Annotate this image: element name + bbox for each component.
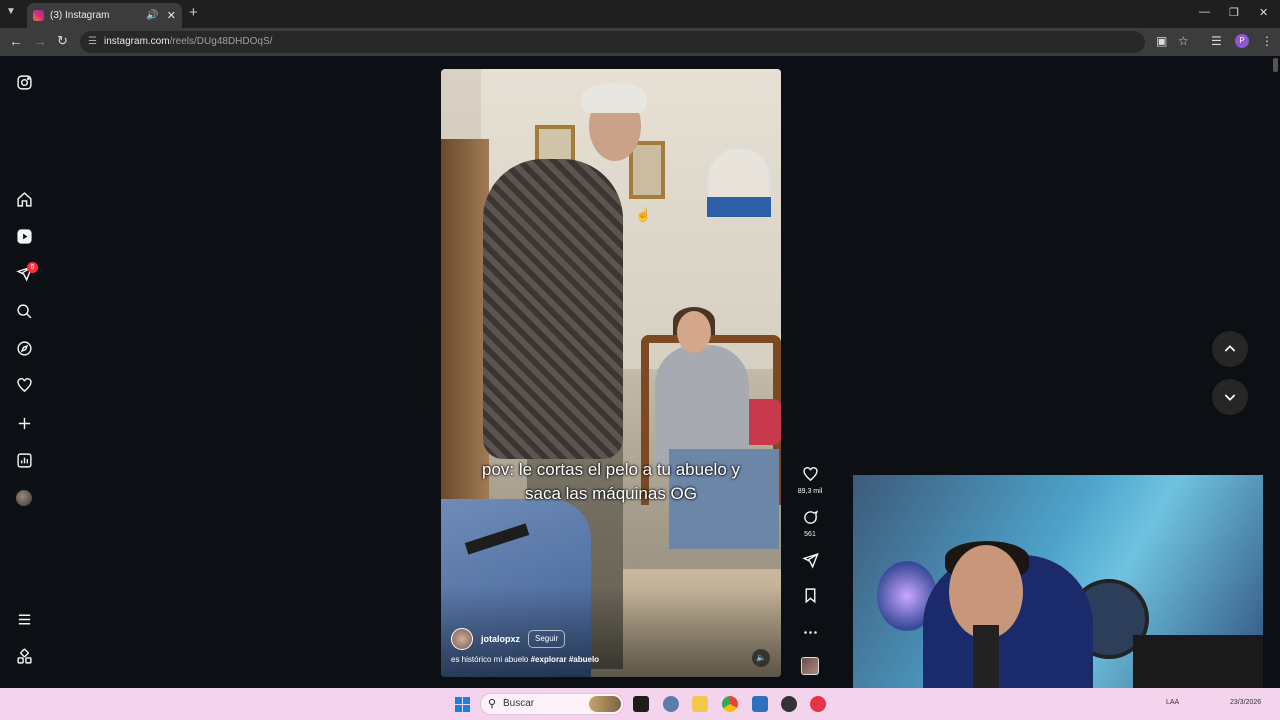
- browser-menu-icon[interactable]: ⋮: [1261, 34, 1273, 48]
- settings-gear-icon[interactable]: [663, 696, 679, 712]
- description-text: es histórico mi abuelo: [451, 655, 531, 664]
- tab-audio-icon[interactable]: 🔊: [146, 10, 158, 21]
- instagram-favicon-icon: [33, 10, 44, 21]
- url-bar[interactable]: ☰ instagram.com/reels/DUg48DHDOqS/: [80, 31, 1145, 53]
- likes-count: 89,3 mil: [797, 488, 823, 495]
- share-icon: [801, 553, 819, 569]
- reel-author: jotalopxz Seguir: [451, 628, 566, 650]
- bookmark-star-icon[interactable]: ☆: [1178, 34, 1189, 48]
- webcam-overlay: [853, 475, 1263, 707]
- profile-avatar-button[interactable]: P: [1235, 34, 1249, 48]
- video-picture-frame: [629, 141, 665, 199]
- home-icon[interactable]: [15, 190, 33, 208]
- create-plus-icon[interactable]: [15, 414, 33, 432]
- url-host: instagram.com: [104, 36, 170, 47]
- video-man: [483, 159, 623, 459]
- page-scrollbar[interactable]: [1270, 56, 1280, 688]
- obs-icon[interactable]: [781, 696, 797, 712]
- next-reel-button[interactable]: [1212, 379, 1248, 415]
- reel-description[interactable]: es histórico mi abuelo #explorar #abuelo: [451, 655, 599, 664]
- tab-search-chevron-icon[interactable]: ▼: [6, 6, 16, 17]
- hand-cursor-icon: ☝: [635, 207, 652, 222]
- reload-button[interactable]: ↻: [57, 33, 68, 49]
- close-window-button[interactable]: ✕: [1259, 6, 1268, 19]
- more-menu-icon[interactable]: [15, 610, 33, 628]
- scrollbar-thumb[interactable]: [1273, 58, 1278, 72]
- notifications-heart-icon[interactable]: [15, 376, 33, 394]
- previous-reel-button[interactable]: [1212, 331, 1248, 367]
- bookmark-icon: [805, 588, 815, 604]
- restore-button[interactable]: ❐: [1229, 6, 1239, 19]
- instagram-logo-icon[interactable]: [15, 73, 33, 91]
- save-button[interactable]: [790, 587, 830, 609]
- file-explorer-icon[interactable]: [692, 696, 708, 712]
- windows-taskbar: ⚲ Buscar LAA 23/3/2026: [0, 688, 1280, 720]
- more-options-button[interactable]: [790, 624, 830, 646]
- reel-video[interactable]: ☝ pov: le cortas el pelo a tu abuelo y s…: [441, 69, 781, 677]
- browser-tab-instagram[interactable]: (3) Instagram 🔊 ✕: [27, 3, 182, 28]
- media-controls-icon[interactable]: ☰: [1211, 34, 1222, 48]
- search-highlight-image: [589, 696, 621, 712]
- comments-count: 561: [804, 531, 816, 538]
- messages-badge: 6: [27, 262, 38, 273]
- chevron-down-icon: [1224, 394, 1236, 401]
- also-from-meta-icon[interactable]: [15, 647, 33, 665]
- search-icon: ⚲: [488, 698, 497, 710]
- follow-button[interactable]: Seguir: [528, 630, 566, 648]
- site-info-icon[interactable]: ☰: [88, 31, 97, 53]
- author-avatar[interactable]: [451, 628, 473, 650]
- forward-button[interactable]: →: [33, 33, 47, 49]
- video-man-hair: [581, 83, 647, 113]
- install-app-icon[interactable]: ▣: [1156, 34, 1167, 48]
- taskbar-search-placeholder: Buscar: [503, 698, 535, 709]
- back-button[interactable]: ←: [9, 33, 23, 49]
- instagram-sidebar: 6: [0, 56, 50, 688]
- original-audio-thumbnail[interactable]: [801, 657, 819, 675]
- tab-close-icon[interactable]: ✕: [167, 9, 176, 22]
- explore-icon[interactable]: [15, 339, 33, 357]
- new-tab-button[interactable]: +: [189, 4, 198, 21]
- windows-start-icon[interactable]: [455, 697, 470, 712]
- url-path: /reels/DUg48DHDOqS/: [169, 36, 273, 47]
- tray-language[interactable]: LAA: [1166, 699, 1179, 706]
- more-options-icon: [803, 631, 817, 634]
- task-view-icon[interactable]: [633, 696, 649, 712]
- author-name[interactable]: jotalopxz: [481, 634, 520, 644]
- like-heart-icon: [802, 467, 818, 482]
- browser-tab-bar: ▼ (3) Instagram 🔊 ✕ + — ❐ ✕: [0, 0, 1280, 28]
- app-window-icon[interactable]: [752, 696, 768, 712]
- share-button[interactable]: [790, 552, 830, 574]
- comment-icon: [803, 510, 818, 524]
- address-toolbar: ← → ↻ ☰ instagram.com/reels/DUg48DHDOqS/…: [0, 28, 1280, 56]
- video-girl-head: [677, 311, 711, 353]
- description-hashtags[interactable]: #explorar #abuelo: [531, 655, 599, 664]
- dashboard-icon[interactable]: [15, 451, 33, 469]
- reel-caption-overlay: pov: le cortas el pelo a tu abuelo y sac…: [482, 460, 740, 503]
- taskbar-search[interactable]: ⚲ Buscar: [480, 693, 624, 715]
- tab-title: (3) Instagram: [50, 10, 110, 21]
- media-player-icon[interactable]: [810, 696, 826, 712]
- profile-avatar[interactable]: [16, 490, 32, 506]
- comment-button[interactable]: 561: [790, 509, 830, 538]
- reels-icon[interactable]: [15, 227, 33, 245]
- minimize-button[interactable]: —: [1199, 6, 1210, 18]
- like-button[interactable]: 89,3 mil: [790, 466, 830, 495]
- mute-toggle-icon[interactable]: 🔈: [752, 649, 770, 667]
- chevron-up-icon: [1224, 345, 1236, 352]
- tray-date[interactable]: 23/3/2026: [1230, 699, 1261, 706]
- chrome-icon[interactable]: [722, 696, 738, 712]
- search-icon[interactable]: [15, 302, 33, 320]
- video-birdcage-base: [707, 197, 771, 217]
